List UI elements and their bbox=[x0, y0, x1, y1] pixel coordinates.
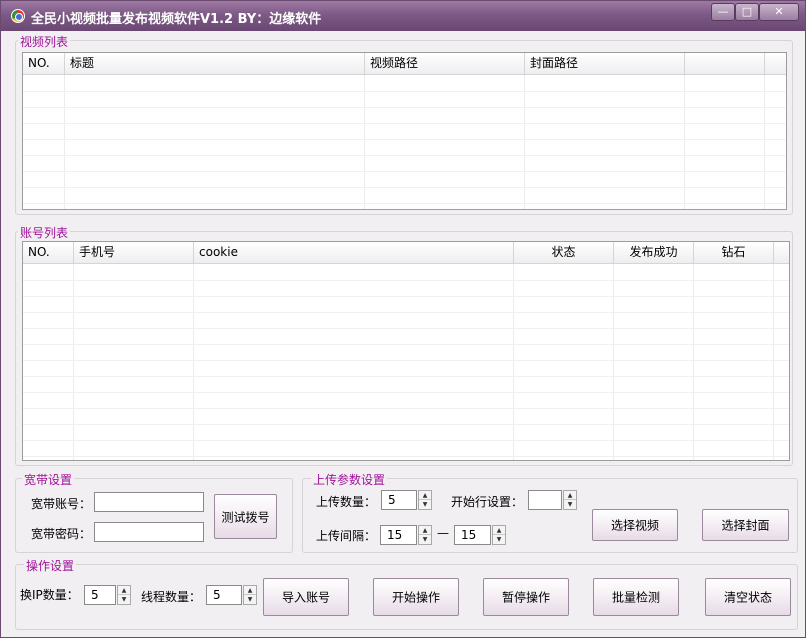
video-col-filler bbox=[765, 53, 786, 75]
account-col-status[interactable]: 状态 bbox=[514, 242, 614, 264]
account-col-published[interactable]: 发布成功 bbox=[614, 242, 694, 264]
spin-down-icon[interactable]: ▼ bbox=[118, 595, 130, 604]
select-video-button[interactable]: 选择视频 bbox=[592, 509, 678, 541]
maximize-button[interactable]: □ bbox=[735, 3, 759, 21]
broadband-account-label: 宽带账号： bbox=[31, 497, 92, 511]
spin-up-icon[interactable]: ▲ bbox=[419, 491, 431, 500]
import-accounts-button-label: 导入账号 bbox=[281, 590, 330, 605]
video-col-title[interactable]: 标题 bbox=[65, 53, 365, 75]
upload-interval-label: 上传间隔： bbox=[316, 529, 377, 543]
spin-down-icon[interactable]: ▼ bbox=[564, 500, 576, 509]
thread-count-arrows[interactable]: ▲ ▼ bbox=[243, 585, 257, 605]
start-operation-button[interactable]: 开始操作 bbox=[373, 578, 459, 616]
ip-count-value[interactable]: 5 bbox=[84, 585, 116, 605]
main-window: 全民小视频批量发布视频软件V1.2 BY：边缘软件 — □ ✕ 视频列表 NO.… bbox=[0, 0, 806, 638]
spin-up-icon[interactable]: ▲ bbox=[244, 586, 256, 595]
video-col-extra[interactable] bbox=[685, 53, 765, 75]
import-accounts-button[interactable]: 导入账号 bbox=[263, 578, 349, 616]
interval-max-value[interactable]: 15 bbox=[454, 525, 491, 545]
interval-max-stepper[interactable]: 15 ▲ ▼ bbox=[454, 525, 507, 545]
upload-settings-title: 上传参数设置 bbox=[311, 471, 388, 488]
test-dial-button[interactable]: 测试拨号 bbox=[214, 494, 277, 539]
batch-check-button-label: 批量检测 bbox=[611, 590, 660, 605]
pause-operation-button[interactable]: 暂停操作 bbox=[483, 578, 569, 616]
operation-settings-title: 操作设置 bbox=[24, 557, 77, 574]
interval-separator: — bbox=[437, 526, 449, 540]
select-cover-button[interactable]: 选择封面 bbox=[702, 509, 789, 541]
broadband-password-label: 宽带密码： bbox=[31, 527, 92, 541]
test-dial-button-label: 测试拨号 bbox=[221, 510, 270, 524]
spin-down-icon[interactable]: ▼ bbox=[244, 595, 256, 604]
spin-up-icon[interactable]: ▲ bbox=[419, 526, 431, 535]
spin-up-icon[interactable]: ▲ bbox=[118, 586, 130, 595]
account-list-header: NO. 手机号 cookie 状态 发布成功 钻石 bbox=[23, 242, 789, 264]
video-col-no[interactable]: NO. bbox=[23, 53, 65, 75]
batch-check-button[interactable]: 批量检测 bbox=[593, 578, 679, 616]
minimize-button[interactable]: — bbox=[711, 3, 735, 21]
start-row-arrows[interactable]: ▲ ▼ bbox=[563, 490, 577, 510]
broadband-password-input[interactable] bbox=[94, 522, 204, 542]
account-col-phone[interactable]: 手机号 bbox=[74, 242, 194, 264]
video-list-title: 视频列表 bbox=[18, 33, 71, 50]
interval-max-arrows[interactable]: ▲ ▼ bbox=[492, 525, 506, 545]
account-col-diamond[interactable]: 钻石 bbox=[694, 242, 774, 264]
start-row-value[interactable] bbox=[528, 490, 562, 510]
pause-operation-button-label: 暂停操作 bbox=[501, 590, 550, 605]
upload-count-label: 上传数量： bbox=[316, 495, 377, 509]
account-col-filler bbox=[774, 242, 789, 264]
upload-count-value[interactable]: 5 bbox=[381, 490, 417, 510]
spin-down-icon[interactable]: ▼ bbox=[419, 500, 431, 509]
thread-count-stepper[interactable]: 5 ▲ ▼ bbox=[206, 585, 258, 605]
upload-count-stepper[interactable]: 5 ▲ ▼ bbox=[381, 490, 433, 510]
interval-min-arrows[interactable]: ▲ ▼ bbox=[418, 525, 432, 545]
video-col-cover-path[interactable]: 封面路径 bbox=[525, 53, 685, 75]
clear-status-button[interactable]: 清空状态 bbox=[705, 578, 791, 616]
ip-count-arrows[interactable]: ▲ ▼ bbox=[117, 585, 131, 605]
ip-count-stepper[interactable]: 5 ▲ ▼ bbox=[84, 585, 132, 605]
spin-down-icon[interactable]: ▼ bbox=[493, 535, 505, 544]
start-operation-button-label: 开始操作 bbox=[391, 590, 440, 605]
account-col-cookie[interactable]: cookie bbox=[194, 242, 514, 264]
video-col-video-path[interactable]: 视频路径 bbox=[365, 53, 525, 75]
close-button[interactable]: ✕ bbox=[759, 3, 799, 21]
thread-count-value[interactable]: 5 bbox=[206, 585, 242, 605]
interval-min-stepper[interactable]: 15 ▲ ▼ bbox=[380, 525, 433, 545]
broadband-settings-title: 宽带设置 bbox=[22, 471, 75, 488]
upload-count-arrows[interactable]: ▲ ▼ bbox=[418, 490, 432, 510]
account-list-title: 账号列表 bbox=[18, 224, 71, 241]
thread-count-label: 线程数量： bbox=[141, 590, 202, 604]
title-bar[interactable]: 全民小视频批量发布视频软件V1.2 BY：边缘软件 — □ ✕ bbox=[1, 1, 805, 31]
interval-min-value[interactable]: 15 bbox=[380, 525, 417, 545]
spin-up-icon[interactable]: ▲ bbox=[564, 491, 576, 500]
broadband-account-input[interactable] bbox=[94, 492, 204, 512]
select-video-button-label: 选择视频 bbox=[610, 518, 659, 533]
start-row-label: 开始行设置： bbox=[451, 495, 524, 509]
ip-count-label: 换IP数量： bbox=[20, 588, 79, 602]
video-list-header: NO. 标题 视频路径 封面路径 bbox=[23, 53, 786, 75]
account-list-table[interactable]: NO. 手机号 cookie 状态 发布成功 钻石 bbox=[22, 241, 790, 461]
select-cover-button-label: 选择封面 bbox=[721, 518, 770, 533]
spin-up-icon[interactable]: ▲ bbox=[493, 526, 505, 535]
start-row-stepper[interactable]: ▲ ▼ bbox=[528, 490, 578, 510]
spin-down-icon[interactable]: ▼ bbox=[419, 535, 431, 544]
window-title: 全民小视频批量发布视频软件V1.2 BY：边缘软件 bbox=[31, 12, 322, 27]
account-col-no[interactable]: NO. bbox=[23, 242, 74, 264]
clear-status-button-label: 清空状态 bbox=[723, 590, 772, 605]
app-logo-icon bbox=[11, 9, 25, 23]
video-list-table[interactable]: NO. 标题 视频路径 封面路径 bbox=[22, 52, 787, 210]
